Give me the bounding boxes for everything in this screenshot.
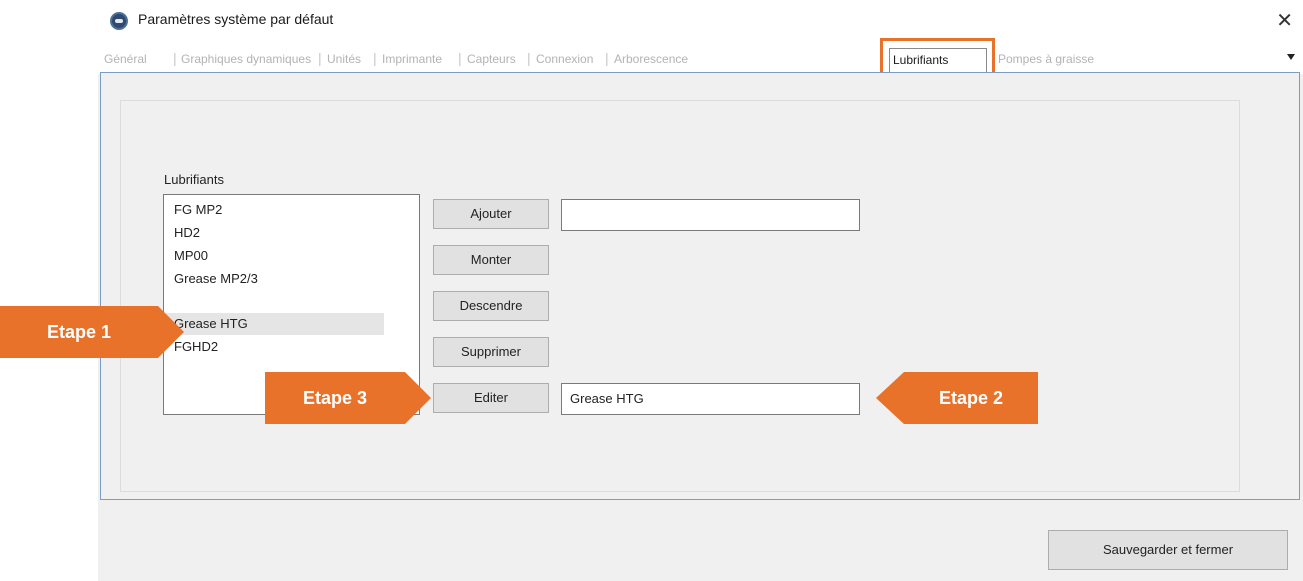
edit-lubricant-input[interactable]: Grease HTG	[561, 383, 860, 415]
move-down-button[interactable]: Descendre	[433, 291, 549, 321]
tab-printer[interactable]: Imprimante	[382, 52, 442, 66]
tab-separator: |	[373, 50, 377, 66]
tab-separator: |	[318, 50, 322, 66]
tab-general[interactable]: Général	[104, 52, 147, 66]
new-lubricant-input[interactable]	[561, 199, 860, 231]
list-item[interactable]: MP00	[174, 245, 208, 267]
step3-callout: Etape 3	[265, 372, 431, 424]
lubricants-list-label: Lubrifiants	[164, 172, 224, 187]
tab-dynamic-charts[interactable]: Graphiques dynamiques	[181, 52, 311, 66]
tab-separator: |	[173, 50, 177, 66]
step1-callout: Etape 1	[0, 306, 184, 358]
tab-separator: |	[527, 50, 531, 66]
window-title: Paramètres système par défaut	[138, 11, 334, 27]
tab-separator: |	[458, 50, 462, 66]
list-item[interactable]: Grease MP2/3	[174, 268, 258, 290]
step1-label: Etape 1	[46, 322, 112, 342]
step2-label: Etape 2	[938, 388, 1004, 408]
delete-button[interactable]: Supprimer	[433, 337, 549, 367]
edit-button[interactable]: Editer	[433, 383, 549, 413]
tab-units[interactable]: Unités	[327, 52, 361, 66]
list-item[interactable]: FG MP2	[174, 199, 222, 221]
title-bar: Paramètres système par défaut ✕	[98, 0, 1303, 44]
step2-callout: Etape 2	[876, 372, 1038, 424]
step3-label: Etape 3	[302, 388, 368, 408]
close-icon[interactable]: ✕	[1276, 8, 1293, 33]
move-up-button[interactable]: Monter	[433, 245, 549, 275]
tab-connection[interactable]: Connexion	[536, 52, 593, 66]
tab-grease-pumps[interactable]: Pompes à graisse	[998, 52, 1094, 66]
tab-sensors[interactable]: Capteurs	[467, 52, 516, 66]
tab-tree[interactable]: Arborescence	[614, 52, 688, 66]
list-item-selected[interactable]: Grease HTG	[166, 313, 384, 335]
save-and-close-button[interactable]: Sauvegarder et fermer	[1048, 530, 1288, 570]
app-logo-icon	[110, 12, 128, 30]
chevron-down-icon[interactable]	[1287, 54, 1295, 60]
add-button[interactable]: Ajouter	[433, 199, 549, 229]
list-item[interactable]: HD2	[174, 222, 200, 244]
tab-separator: |	[605, 50, 609, 66]
